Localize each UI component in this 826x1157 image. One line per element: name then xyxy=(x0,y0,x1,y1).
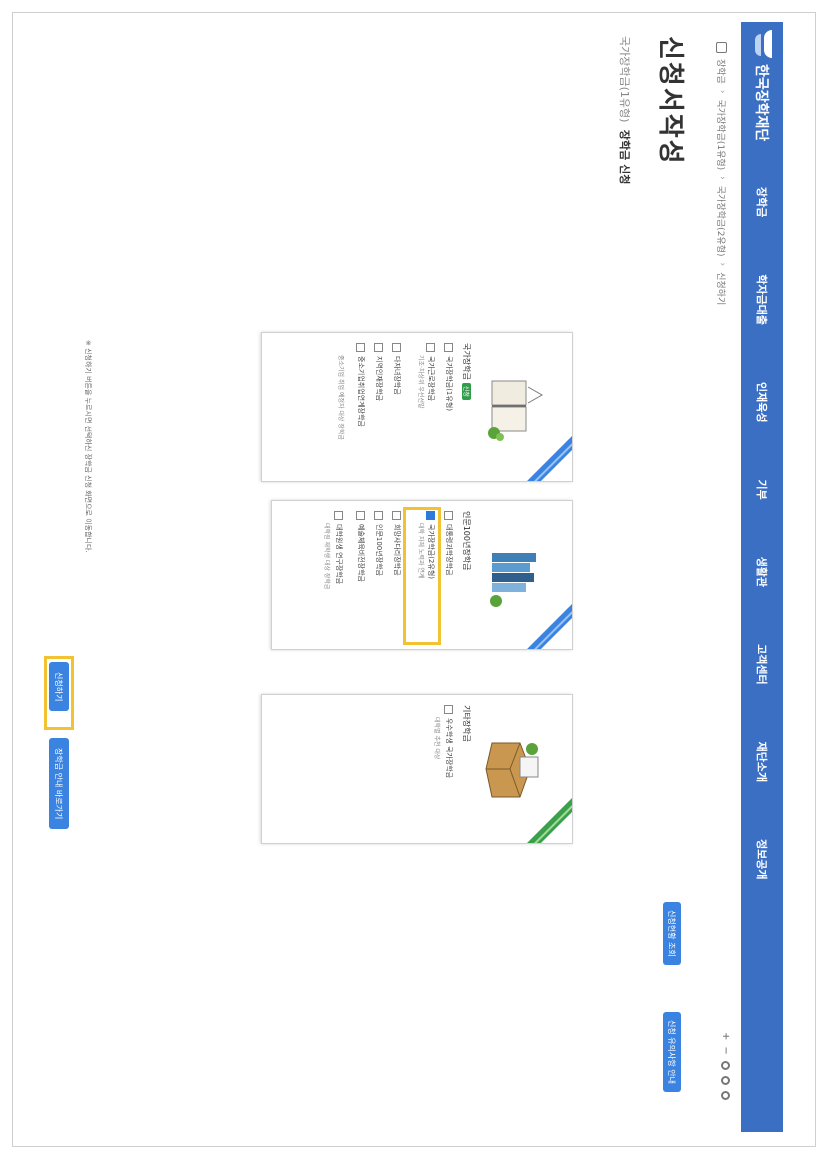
application-status-button[interactable]: 신청현황 조회 xyxy=(663,902,681,965)
option-description: 대학별 추천 대상 xyxy=(433,717,440,760)
breadcrumb-item[interactable]: 국가장학금(1유형) xyxy=(716,99,729,170)
option-description: 중소기업 취업 예정자 대상 장학금 xyxy=(337,355,344,440)
subtitle-strong: 장학금 신청 xyxy=(618,129,631,185)
page-subtitle: 국가장학금(1유형) 장학금 신청 xyxy=(617,36,633,184)
option-checkbox[interactable] xyxy=(334,511,343,520)
option-label: 희망사다리장학금 xyxy=(393,524,401,576)
card-title: 국가장학금신청 xyxy=(461,343,472,400)
scholarship-option[interactable]: 국가장학금(1유형) xyxy=(444,343,454,475)
scholarship-info-button[interactable]: 장학금 안내 바로가기 xyxy=(49,738,69,830)
scholarship-card-1: 국가장학금신청 국가장학금(1유형) 국가근로장학금 기초·차상위 우선선발 다… xyxy=(261,332,573,482)
menu-item-dormitory[interactable]: 생활관 xyxy=(754,557,770,587)
scholarship-option[interactable]: 희망사다리장학금 xyxy=(392,511,402,643)
option-checkbox[interactable] xyxy=(444,343,453,352)
notice-text: ※ 신청하기 버튼을 누르시면 선택하신 장학금 신청 화면으로 이동합니다. xyxy=(84,340,92,553)
option-label: 지역인재장학금 xyxy=(375,356,383,402)
option-label: 중소기업취업연계장학금 xyxy=(357,356,365,427)
apply-button-highlight xyxy=(44,656,74,730)
scholarship-card-2: 인문100년장학금 대통령과학장학금 국가장학금(2유형) 대학 자체 노력과 … xyxy=(271,500,573,650)
scholarship-option[interactable]: 인문100년장학금 xyxy=(374,511,384,643)
option-label: 대통령과학장학금 xyxy=(445,524,453,576)
page-title: 신청서작성 xyxy=(655,36,685,166)
option-label: 국가장학금(1유형) xyxy=(445,356,453,411)
scholarship-option[interactable]: 예술체육비전장학금 xyxy=(356,511,366,643)
scholarship-option[interactable]: 중소기업취업연계장학금 xyxy=(356,343,366,475)
logo[interactable]: 한국장학재단 xyxy=(746,30,778,168)
top-navbar: 한국장학재단 장학금 학자금대출 인재육성 기부 생활관 고객센터 재단소개 정… xyxy=(741,22,783,1132)
menu-item-talent[interactable]: 인재육성 xyxy=(754,382,770,422)
application-page: 한국장학재단 장학금 학자금대출 인재육성 기부 생활관 고객센터 재단소개 정… xyxy=(23,22,783,1132)
menu-item-scholarship[interactable]: 장학금 xyxy=(754,187,770,217)
menu-item-loan[interactable]: 학자금대출 xyxy=(754,274,770,325)
scholarship-option[interactable]: 국가근로장학금 xyxy=(426,343,436,475)
apply-tag: 신청 xyxy=(462,382,471,400)
zoom-in-icon[interactable]: + xyxy=(720,1032,731,1040)
box-illustration-icon xyxy=(485,742,539,798)
bookshelf-illustration-icon xyxy=(490,553,536,607)
selected-option-highlight xyxy=(403,507,441,645)
card-title: 인문100년장학금 xyxy=(462,511,471,571)
option-label: 국가근로장학금 xyxy=(427,356,435,402)
option-checkbox[interactable] xyxy=(356,511,365,520)
breadcrumb-item[interactable]: 신청하기 xyxy=(716,272,729,305)
subtitle-prefix: 국가장학금(1유형) xyxy=(618,36,631,123)
home-icon[interactable] xyxy=(716,42,728,53)
zoom-out-icon[interactable]: − xyxy=(720,1046,731,1054)
menu-item-disclosure[interactable]: 정보공개 xyxy=(754,839,770,879)
menu-item-customer-center[interactable]: 고객센터 xyxy=(754,644,770,684)
breadcrumb: 장학금 › 국가장학금(1유형) › 국가장학금(2유형) › 신청하기 xyxy=(713,42,731,305)
main-menu: 장학금 학자금대출 인재육성 기부 생활관 고객센터 재단소개 정보공개 xyxy=(741,187,783,880)
breadcrumb-item[interactable]: 국가장학금(2유형) xyxy=(716,186,729,257)
breadcrumb-separator: › xyxy=(717,262,727,267)
menu-item-about[interactable]: 재단소개 xyxy=(754,742,770,782)
scholarship-option[interactable]: 대학원생 연구장학금 xyxy=(334,511,344,643)
option-description: 기초·차상위 우선선발 xyxy=(417,355,424,409)
option-label: 우수학생 국가장학금 xyxy=(445,718,453,779)
bookmark-icon[interactable] xyxy=(721,1090,730,1100)
scholarship-option[interactable]: 지역인재장학금 xyxy=(374,343,384,475)
logo-icon xyxy=(750,30,774,58)
breadcrumb-separator: › xyxy=(717,89,727,94)
menu-item-donation[interactable]: 기부 xyxy=(754,479,770,499)
card-title: 기타장학금 xyxy=(462,705,471,742)
option-checkbox[interactable] xyxy=(356,343,365,352)
scholarship-option[interactable]: 우수학생 국가장학금 xyxy=(444,705,454,837)
option-label: 다자녀장학금 xyxy=(393,356,401,395)
option-checkbox[interactable] xyxy=(426,343,435,352)
breadcrumb-item[interactable]: 장학금 xyxy=(716,59,729,84)
breadcrumb-separator: › xyxy=(717,176,727,180)
option-label: 예술체육비전장학금 xyxy=(357,524,365,582)
scholarship-option[interactable]: 다자녀장학금 xyxy=(392,343,402,475)
share-icon[interactable] xyxy=(721,1075,730,1085)
card-title-text: 국가장학금 xyxy=(462,343,471,380)
option-checkbox[interactable] xyxy=(392,511,401,520)
option-checkbox[interactable] xyxy=(392,343,401,352)
option-checkbox[interactable] xyxy=(444,705,453,714)
option-checkbox[interactable] xyxy=(374,511,383,520)
logo-text: 한국장학재단 xyxy=(753,64,769,142)
scholarship-card-3: 기타장학금 우수학생 국가장학금 대학별 추천 대상 xyxy=(261,694,573,844)
option-checkbox[interactable] xyxy=(374,343,383,352)
application-guide-button[interactable]: 신청 유의사항 안내 xyxy=(663,1012,681,1092)
option-label: 인문100년장학금 xyxy=(375,524,383,577)
option-label: 대학원생 연구장학금 xyxy=(335,524,343,585)
scholarship-option[interactable]: 대통령과학장학금 xyxy=(444,511,454,643)
option-description: 대학원 재학생 대상 장학금 xyxy=(323,523,330,590)
utility-icons: + − xyxy=(720,1032,731,1100)
book-illustration-icon xyxy=(488,380,544,441)
print-icon[interactable] xyxy=(721,1060,730,1070)
option-checkbox[interactable] xyxy=(444,511,453,520)
